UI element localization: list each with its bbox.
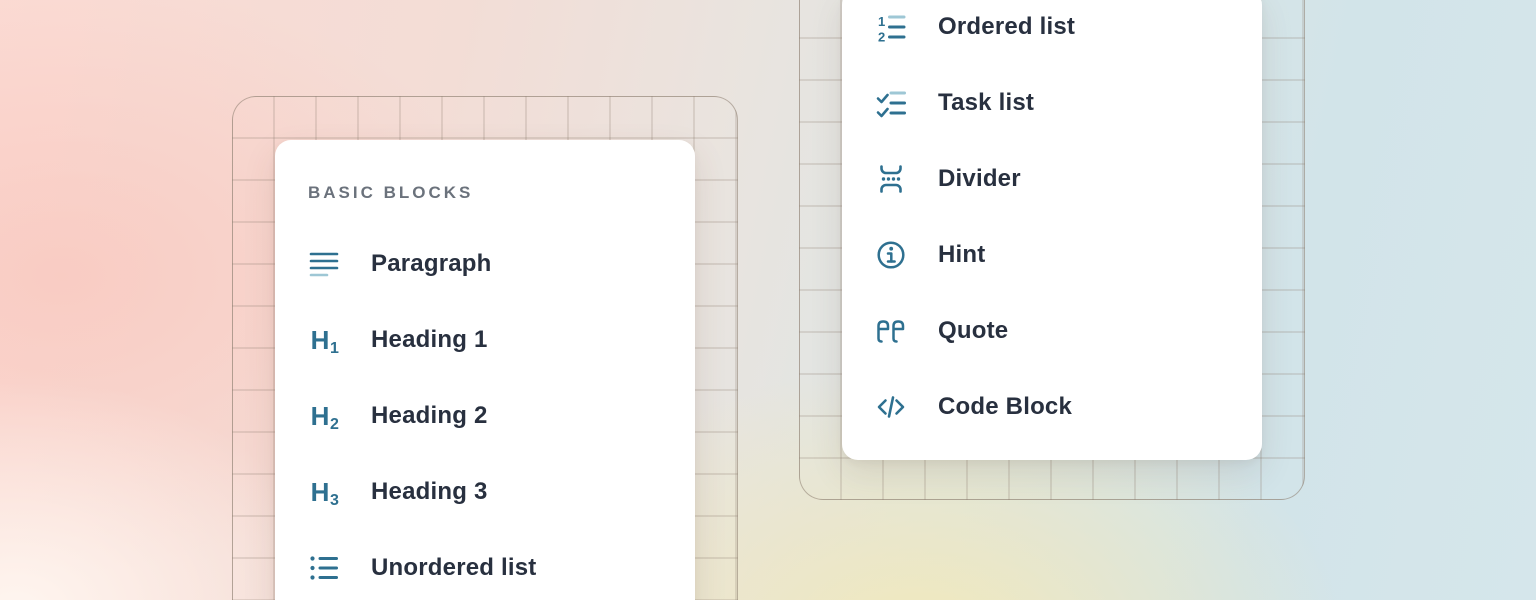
menu-item-label: Unordered list bbox=[371, 554, 537, 582]
menu-item-label: Task list bbox=[938, 89, 1034, 117]
menu-item-label: Heading 1 bbox=[371, 326, 488, 354]
menu-item-label: Heading 3 bbox=[371, 478, 488, 506]
menu-item-task-list[interactable]: Task list bbox=[842, 65, 1262, 141]
menu-item-paragraph[interactable]: Paragraph bbox=[275, 226, 695, 302]
menu-item-quote[interactable]: Quote bbox=[842, 293, 1262, 369]
svg-text:2: 2 bbox=[878, 30, 885, 44]
menu-item-heading-3[interactable]: H3 Heading 3 bbox=[275, 454, 695, 530]
heading-3-icon: H3 bbox=[308, 476, 340, 508]
background-gradient: BASIC BLOCKS Paragraph H1 Heading 1 H2 Headi… bbox=[0, 0, 1536, 600]
menu-item-ordered-list[interactable]: 12 Ordered list bbox=[842, 0, 1262, 65]
menu-item-label: Code Block bbox=[938, 393, 1072, 421]
menu-item-label: Hint bbox=[938, 241, 985, 269]
menu-item-heading-2[interactable]: H2 Heading 2 bbox=[275, 378, 695, 454]
menu-item-divider[interactable]: Divider bbox=[842, 141, 1262, 217]
basic-blocks-header: BASIC BLOCKS bbox=[308, 184, 662, 201]
menu-item-label: Heading 2 bbox=[371, 402, 488, 430]
menu-item-label: Paragraph bbox=[371, 250, 492, 278]
menu-item-label: Quote bbox=[938, 317, 1008, 345]
basic-blocks-menu-list: Paragraph H1 Heading 1 H2 Heading 2 H3 Heading… bbox=[275, 226, 695, 600]
hint-icon bbox=[875, 239, 907, 271]
task-list-icon bbox=[875, 87, 907, 119]
paragraph-icon bbox=[308, 248, 340, 280]
unordered-list-icon bbox=[308, 552, 340, 584]
code-block-icon bbox=[875, 391, 907, 423]
menu-item-unordered-list[interactable]: Unordered list bbox=[275, 530, 695, 600]
svg-text:1: 1 bbox=[878, 14, 885, 29]
quote-icon bbox=[875, 315, 907, 347]
menu-item-hint[interactable]: Hint bbox=[842, 217, 1262, 293]
more-blocks-menu-list: 12 Ordered list Task list Divider Hint Quote C… bbox=[842, 0, 1262, 445]
basic-blocks-menu-card: BASIC BLOCKS Paragraph H1 Heading 1 H2 Headi… bbox=[275, 140, 695, 600]
heading-1-icon: H1 bbox=[308, 324, 340, 356]
menu-item-heading-1[interactable]: H1 Heading 1 bbox=[275, 302, 695, 378]
divider-icon bbox=[875, 163, 907, 195]
more-blocks-menu-card: 12 Ordered list Task list Divider Hint Quote C… bbox=[842, 0, 1262, 460]
menu-item-label: Ordered list bbox=[938, 13, 1075, 41]
heading-2-icon: H2 bbox=[308, 400, 340, 432]
ordered-list-icon: 12 bbox=[875, 11, 907, 43]
menu-item-label: Divider bbox=[938, 165, 1021, 193]
menu-item-code-block[interactable]: Code Block bbox=[842, 369, 1262, 445]
